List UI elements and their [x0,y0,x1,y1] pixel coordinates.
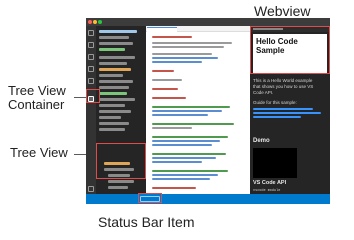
code-line [152,114,208,116]
code-line [152,42,232,44]
settings-gear-icon[interactable] [88,186,94,192]
code-line [152,178,210,180]
code-line [152,79,182,81]
code-line [152,57,218,59]
sidebar-row[interactable] [99,56,135,59]
code-line [152,153,226,155]
webview-guide-link[interactable] [253,116,301,118]
webview-api-code: vscode module [253,189,281,193]
sidebar-row[interactable] [99,98,135,101]
extensions-icon[interactable] [88,78,94,84]
webview-guide-link[interactable] [253,108,313,110]
code-line [152,157,216,159]
webview-guide-link[interactable] [253,112,321,114]
status-bar-item-callout: Status Bar Item [98,214,195,230]
code-line [152,136,228,138]
code-line [152,61,202,63]
status-bar-item-highlight [138,193,162,203]
editor-pane[interactable] [146,26,250,194]
code-line [152,127,192,129]
title-bar [86,18,330,26]
sidebar-row[interactable] [99,42,133,45]
code-line [152,110,222,112]
tree-view-container-callout-line2: Container [8,96,65,112]
search-icon[interactable] [88,42,94,48]
explorer-icon[interactable] [88,30,94,36]
sidebar-row[interactable] [99,86,129,89]
sidebar-row[interactable] [99,48,125,51]
code-line [152,161,202,163]
webview-intro-line2: that shows you how to use VS [253,84,314,89]
sidebar-row[interactable] [99,110,131,113]
tree-view-callout: Tree View [10,145,68,160]
code-line [152,140,220,142]
sidebar-row[interactable] [99,122,129,125]
webview-intro-line3: Code API. [253,90,274,95]
webview-demo-video[interactable] [253,148,297,178]
status-bar [86,194,330,204]
editor-tab[interactable] [147,27,177,32]
webview-guide-label: Guide for this sample: [253,100,297,105]
tree-view-container-highlight [86,89,100,103]
webview-callout: Webview [254,3,311,19]
activity-bar [86,26,96,194]
tree-view-container-callout-line1: Tree View [8,83,66,98]
sidebar-row[interactable] [99,74,123,77]
close-window-icon[interactable] [88,20,92,24]
sidebar-row[interactable] [99,36,129,39]
webview-intro-line1: This is a Hello World example [253,78,313,83]
tree-view-highlight [96,143,146,179]
debug-icon[interactable] [88,66,94,72]
tree-view-container-callout: Tree View Container [8,84,66,111]
code-line [152,106,230,108]
code-line [152,46,224,48]
tree-view-row[interactable] [108,186,128,189]
code-line [152,36,192,38]
webview-api-heading: VS Code API [253,180,287,186]
sidebar-row[interactable] [99,62,127,65]
sidebar-row[interactable] [99,68,131,71]
source-control-icon[interactable] [88,54,94,60]
code-line [152,123,234,125]
sidebar-row[interactable] [99,80,133,83]
sidebar-row[interactable] [99,104,125,107]
sidebar-row[interactable] [99,128,125,131]
maximize-window-icon[interactable] [98,20,102,24]
code-line [152,70,174,72]
code-line [152,53,212,55]
code-line [152,97,186,99]
editor-tab-bar [146,26,250,32]
sidebar-row[interactable] [99,30,137,33]
code-line [152,170,228,172]
code-line [152,144,212,146]
sidebar-row[interactable] [99,116,121,119]
webview-highlight [250,26,330,74]
code-line [152,187,196,189]
webview-demo-heading: Demo [253,138,270,144]
code-line [152,88,178,90]
code-line [152,174,218,176]
sidebar-row[interactable] [99,92,127,95]
tree-view-row[interactable] [108,180,134,183]
minimize-window-icon[interactable] [93,20,97,24]
